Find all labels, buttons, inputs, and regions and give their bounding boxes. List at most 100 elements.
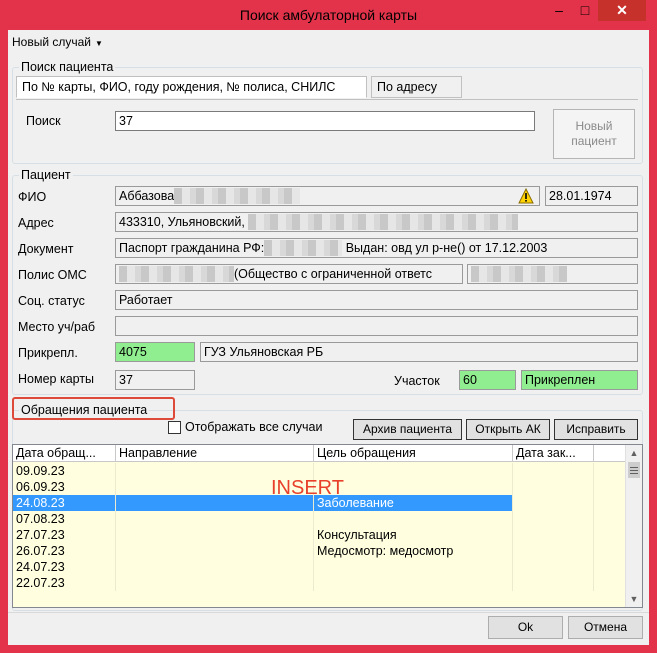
card-number-label: Номер карты bbox=[18, 372, 95, 386]
new-case-menu-label: Новый случай bbox=[12, 35, 92, 49]
district-label: Участок bbox=[394, 374, 440, 388]
search-card-window: Поиск амбулаторной карты – □ ✕ Новый слу… bbox=[0, 0, 657, 653]
column-header-close-date[interactable]: Дата зак... bbox=[513, 445, 594, 462]
table-row[interactable]: 24.07.23 bbox=[13, 559, 626, 575]
document-suffix: Выдан: овд ул р-не() от 17.12.2003 bbox=[342, 241, 548, 255]
cell-close-date bbox=[513, 495, 594, 511]
attached-label: Прикрепл. bbox=[18, 346, 78, 360]
archive-button[interactable]: Архив пациента bbox=[353, 419, 462, 440]
maximize-button[interactable]: □ bbox=[572, 0, 598, 21]
attach-status-field: Прикреплен bbox=[521, 370, 638, 390]
cell-close-date bbox=[513, 511, 594, 527]
document-field: Паспорт гражданина РФ: Выдан: овд ул р-н… bbox=[115, 238, 638, 258]
tab-search-by-address[interactable]: По адресу bbox=[371, 76, 462, 98]
cell-purpose: Медосмотр: медосмотр bbox=[314, 543, 513, 559]
district-field: 60 bbox=[459, 370, 516, 390]
cell-direction bbox=[116, 559, 314, 575]
fix-button[interactable]: Исправить bbox=[554, 419, 638, 440]
fio-value: Аббазова bbox=[119, 189, 175, 203]
policy-field: (Общество с ограниченной ответс bbox=[115, 264, 463, 284]
cell-direction bbox=[116, 527, 314, 543]
table-row[interactable]: 07.08.23 bbox=[13, 511, 626, 527]
new-case-menu[interactable]: Новый случай ▼ bbox=[12, 35, 103, 49]
cell-close-date bbox=[513, 479, 594, 495]
attached-code-field: 4075 bbox=[115, 342, 195, 362]
table-row[interactable]: 27.07.23 Консультация bbox=[13, 527, 626, 543]
scroll-up-icon[interactable]: ▲ bbox=[626, 445, 642, 461]
cancel-button[interactable]: Отмена bbox=[568, 616, 643, 639]
insert-indicator: INSERT bbox=[271, 477, 344, 499]
column-header-direction[interactable]: Направление bbox=[116, 445, 314, 462]
cell-direction bbox=[116, 511, 314, 527]
tab-search-by-card[interactable]: По № карты, ФИО, году рождения, № полиса… bbox=[16, 76, 367, 98]
column-header-purpose[interactable]: Цель обращения bbox=[314, 445, 513, 462]
open-ak-button[interactable]: Открыть АК bbox=[466, 419, 550, 440]
menu-bar: Новый случай ▼ bbox=[8, 30, 649, 54]
patient-search-legend: Поиск пациента bbox=[21, 60, 114, 74]
show-all-label[interactable]: Отображать все случаи bbox=[185, 420, 323, 434]
close-button[interactable]: ✕ bbox=[598, 0, 646, 21]
cell-close-date bbox=[513, 543, 594, 559]
vertical-scrollbar[interactable]: ▲ ▼ bbox=[625, 445, 642, 607]
scroll-down-icon[interactable]: ▼ bbox=[626, 591, 642, 607]
scroll-thumb[interactable] bbox=[628, 462, 640, 478]
visits-table[interactable]: Дата обращ... Направление Цель обращения… bbox=[12, 444, 643, 608]
warning-icon bbox=[518, 188, 534, 204]
fio-label: ФИО bbox=[18, 190, 47, 204]
address-value: 433310, Ульяновский, bbox=[119, 215, 249, 229]
cell-close-date bbox=[513, 559, 594, 575]
cell-direction bbox=[116, 543, 314, 559]
redacted-text bbox=[471, 266, 567, 282]
cell-visit-date: 24.07.23 bbox=[13, 559, 116, 575]
cell-visit-date: 07.08.23 bbox=[13, 511, 116, 527]
cell-visit-date: 26.07.23 bbox=[13, 543, 116, 559]
cell-visit-date: 22.07.23 bbox=[13, 575, 116, 591]
show-all-checkbox[interactable] bbox=[168, 421, 181, 434]
new-patient-button[interactable]: Новый пациент bbox=[553, 109, 635, 159]
document-prefix: Паспорт гражданина РФ: bbox=[119, 241, 265, 255]
cell-close-date bbox=[513, 575, 594, 591]
cell-visit-date: 24.08.23 bbox=[13, 495, 116, 511]
fio-field: Аббазова bbox=[115, 186, 540, 206]
title-bar[interactable]: Поиск амбулаторной карты – □ ✕ bbox=[0, 0, 657, 30]
visits-table-header: Дата обращ... Направление Цель обращения… bbox=[13, 445, 626, 462]
ok-button[interactable]: Ok bbox=[488, 616, 563, 639]
policy-label: Полис ОМС bbox=[18, 268, 87, 282]
minimize-button[interactable]: – bbox=[546, 0, 572, 21]
redacted-text bbox=[174, 188, 301, 204]
table-row[interactable]: 22.07.23 bbox=[13, 575, 626, 591]
card-number-field: 37 bbox=[115, 370, 195, 390]
search-label: Поиск bbox=[26, 114, 61, 128]
visits-legend-highlight bbox=[12, 397, 175, 420]
attached-org-field: ГУЗ Ульяновская РБ bbox=[200, 342, 638, 362]
redacted-text bbox=[248, 214, 519, 230]
search-input[interactable]: 37 bbox=[115, 111, 535, 131]
policy-extra-field bbox=[467, 264, 638, 284]
birth-date-field: 28.01.1974 bbox=[545, 186, 638, 206]
table-row[interactable]: 26.07.23 Медосмотр: медосмотр bbox=[13, 543, 626, 559]
redacted-text bbox=[264, 240, 343, 256]
cell-close-date bbox=[513, 463, 594, 479]
document-label: Документ bbox=[18, 242, 74, 256]
social-status-label: Соц. статус bbox=[18, 294, 85, 308]
social-status-field: Работает bbox=[115, 290, 638, 310]
workplace-label: Место уч/раб bbox=[18, 320, 96, 334]
cell-visit-date: 27.07.23 bbox=[13, 527, 116, 543]
workplace-field bbox=[115, 316, 638, 336]
cell-purpose: Консультация bbox=[314, 527, 513, 543]
cell-visit-date: 06.09.23 bbox=[13, 479, 116, 495]
cell-direction bbox=[116, 575, 314, 591]
cell-purpose bbox=[314, 511, 513, 527]
address-label: Адрес bbox=[18, 216, 54, 230]
cell-visit-date: 09.09.23 bbox=[13, 463, 116, 479]
footer-separator bbox=[8, 612, 649, 613]
search-tabs: По № карты, ФИО, году рождения, № полиса… bbox=[16, 76, 636, 100]
address-field: 433310, Ульяновский, bbox=[115, 212, 638, 232]
redacted-text bbox=[119, 266, 234, 282]
chevron-down-icon: ▼ bbox=[95, 39, 103, 48]
column-header-visit-date[interactable]: Дата обращ... bbox=[13, 445, 116, 462]
cell-purpose bbox=[314, 559, 513, 575]
cell-close-date bbox=[513, 527, 594, 543]
window-client-area: Новый случай ▼ Поиск пациента По № карты,… bbox=[8, 30, 649, 645]
policy-value: (Общество с ограниченной ответс bbox=[234, 267, 433, 281]
